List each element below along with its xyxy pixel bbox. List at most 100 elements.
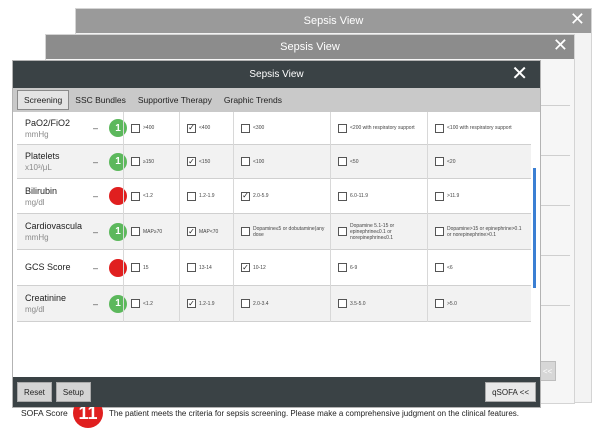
parameter-unit: mg/dl [25,305,45,314]
tab-ssc-bundles[interactable]: SSC Bundles [69,88,132,112]
criteria-option[interactable]: Dopamine≤5 or dobutamine(any dose [241,226,332,238]
score-indicator: 1 [109,119,127,137]
criteria-option[interactable]: 1.2-1.9 [187,191,235,201]
checkbox[interactable] [338,299,347,308]
parameter-unit: mg/dl [25,197,45,207]
criteria-option[interactable]: ≥150 [131,157,181,166]
option-label: 13-14 [199,264,212,271]
checkbox[interactable] [187,263,196,272]
option-label: <50 [350,158,359,165]
criteria-option[interactable]: <300 [241,123,332,133]
checkbox[interactable] [435,191,444,201]
criteria-option[interactable]: <100 [241,157,332,166]
close-icon[interactable]: ✕ [570,9,585,29]
window-title-bar: Sepsis View [46,35,574,59]
parameter-unit: mmHg [25,129,49,139]
parameter-name: Creatinine [25,293,67,303]
checkbox[interactable] [241,157,250,166]
criteria-option[interactable]: ✓ <150 [187,157,235,166]
criteria-option[interactable]: <50 [338,157,429,166]
option-label: 1.2-1.9 [199,300,215,307]
parameter-label: Cardiovascula mmHg [25,221,95,242]
criteria-option[interactable]: 13-14 [187,263,235,272]
checkbox-checked[interactable]: ✓ [187,123,196,133]
criteria-option[interactable]: >400 [131,123,181,133]
checkbox[interactable] [435,227,444,236]
checkbox[interactable] [131,123,140,133]
criteria-option[interactable]: Dopamine>15 or epinephrine>0.1 or norepi… [435,226,527,238]
checkbox[interactable] [435,157,444,166]
checkbox[interactable] [187,191,196,201]
checkbox[interactable] [131,263,140,272]
checkbox[interactable] [131,227,140,236]
checkbox[interactable] [131,157,140,166]
option-label: Dopamine 5.1-15 or epinephrine≤0.1 or no… [350,222,395,241]
option-label: 3.5-5.0 [350,300,366,307]
checkbox[interactable] [241,227,250,236]
checkbox[interactable] [338,157,347,166]
criteria-option[interactable]: <1.2 [131,299,181,308]
close-icon[interactable]: ✕ [553,35,568,55]
criteria-option[interactable]: 2.0-3.4 [241,299,332,308]
checkbox-checked[interactable]: ✓ [187,227,196,236]
tab-screening[interactable]: Screening [17,90,70,110]
tab-supportive-therapy[interactable]: Supportive Therapy [132,88,218,112]
checkbox[interactable] [241,123,250,133]
criteria-option[interactable]: ✓ 2.0-5.9 [241,191,332,201]
parameter-name: Platelets [25,151,60,161]
scrollbar[interactable] [533,168,536,288]
checkbox[interactable] [435,299,444,308]
criteria-option[interactable]: ✓ MAP<70 [187,227,235,236]
window-title-bar: Sepsis View [13,61,540,88]
criteria-option[interactable]: Dopamine 5.1-15 or epinephrine≤0.1 or no… [338,223,429,241]
criteria-option[interactable]: ✓ 10-12 [241,263,332,272]
option-label: Dopamine≤5 or dobutamine(any dose [253,225,325,238]
checkbox[interactable] [241,299,250,308]
parameter-unit: mmHg [25,233,49,242]
option-label: >11.9 [447,193,460,199]
option-label: >400 [143,125,155,131]
checkbox[interactable] [131,191,140,201]
parameter-dash: – [93,298,99,309]
tab-graphic-trends[interactable]: Graphic Trends [218,88,288,112]
criteria-option[interactable]: <200 with respiratory support [338,123,429,133]
option-label: <150 [199,158,211,165]
criteria-option[interactable]: 3.5-5.0 [338,299,429,308]
checkbox[interactable] [131,299,140,308]
checkbox[interactable] [338,227,347,236]
window-title: Sepsis View [249,69,304,80]
parameter-name: Bilirubin [25,185,58,196]
criteria-option[interactable]: ✓ <400 [187,123,235,133]
parameter-name: Cardiovascula [25,221,83,231]
criteria-option[interactable]: ✓ 1.2-1.9 [187,299,235,308]
window-title: Sepsis View [280,41,340,53]
checkbox[interactable] [435,123,444,133]
parameter-dash: – [93,123,99,133]
checkbox-checked[interactable]: ✓ [241,191,250,201]
criteria-option[interactable]: <6 [435,263,527,272]
checkbox-checked[interactable]: ✓ [241,263,250,272]
setup-button[interactable]: Setup [55,382,91,402]
checkbox[interactable] [338,123,347,133]
criteria-option[interactable]: >11.9 [435,191,527,201]
checkbox-checked[interactable]: ✓ [187,299,196,308]
criteria-option[interactable]: <20 [435,157,527,166]
checkbox[interactable] [338,191,347,201]
criteria-option[interactable]: MAP≥70 [131,227,181,236]
criteria-option[interactable]: 6-9 [338,263,429,272]
criteria-option[interactable]: 15 [131,263,181,272]
checkbox-checked[interactable]: ✓ [187,157,196,166]
criteria-option[interactable]: <100 with respiratory support [435,123,527,133]
checkbox[interactable] [435,263,444,272]
qsofa-button[interactable]: qSOFA << [485,382,536,402]
criteria-option[interactable]: 6.0-11.9 [338,191,429,201]
screening-panel: PaO2/FiO2 mmHg –1 >400 ✓ <400 <300 <200 with re… [13,112,540,428]
criteria-option[interactable]: <1.2 [131,191,181,201]
close-icon[interactable]: ✕ [511,61,528,88]
criteria-option[interactable]: >5.0 [435,299,527,308]
reset-button[interactable]: Reset [17,382,52,402]
checkbox[interactable] [338,263,347,272]
bottom-toolbar: Reset Setup qSOFA << [13,377,540,407]
score-indicator [109,258,127,277]
parameter-name: PaO2/FiO2 [25,117,71,128]
